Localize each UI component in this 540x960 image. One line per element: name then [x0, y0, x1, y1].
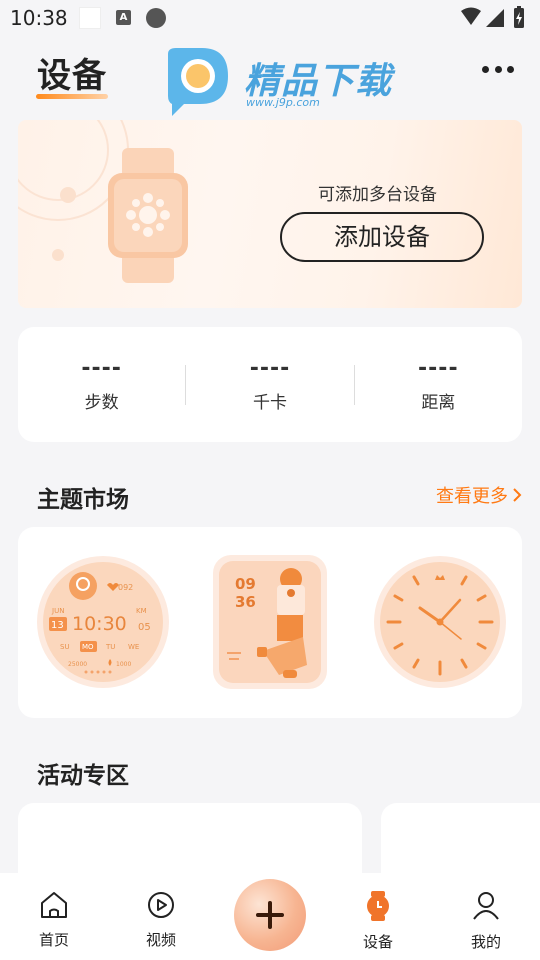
signal-battery-icons: [461, 6, 524, 28]
face-time: 10:30: [72, 613, 127, 635]
svg-text:SU: SU: [60, 643, 70, 651]
stat-steps[interactable]: ---- 步数: [18, 356, 185, 413]
nav-home[interactable]: 首页: [14, 891, 94, 950]
play-circle-icon: [148, 892, 174, 918]
nav-add-button[interactable]: [234, 879, 306, 951]
page-title: 设备: [37, 56, 107, 96]
nav-mine-label: 我的: [470, 933, 501, 951]
heart-value: 092: [118, 583, 133, 592]
watermark-url: www.j9p.com: [246, 96, 320, 109]
banner-caption: 可添加多台设备: [318, 185, 437, 205]
record-icon: [146, 8, 166, 28]
svg-text:JUN: JUN: [51, 607, 64, 615]
watch-icon: [367, 891, 389, 921]
stat-value: ----: [249, 356, 291, 381]
stats-card: ---- 步数 ---- 千卡 ---- 距离: [18, 327, 522, 442]
status-time: 10:38: [10, 6, 68, 30]
add-device-button[interactable]: 添加设备: [280, 212, 484, 262]
svg-text:36: 36: [235, 593, 256, 611]
bottom-nav: 首页 视频 设备 我的: [0, 873, 540, 960]
stat-distance[interactable]: ---- 距离: [355, 356, 522, 413]
nav-video-label: 视频: [145, 931, 176, 949]
watermark-p-icon: [168, 48, 228, 116]
svg-text:05: 05: [138, 622, 151, 633]
plus-icon: [256, 901, 284, 929]
svg-text:1000: 1000: [116, 661, 131, 668]
watch-illustration-icon: [108, 148, 188, 283]
nav-video[interactable]: 视频: [121, 891, 201, 950]
nav-device-label: 设备: [362, 933, 393, 951]
stat-calories[interactable]: ---- 千卡: [186, 356, 353, 413]
chevron-right-icon: [513, 488, 522, 502]
svg-text:25000: 25000: [68, 661, 87, 668]
svg-text:KM: KM: [136, 607, 147, 615]
add-device-banner: 可添加多台设备 添加设备: [18, 120, 522, 308]
theme-face-digital[interactable]: 092 JUN KM 13 10:30 05 SU MO TU WE 25000…: [36, 555, 170, 689]
stat-value: ----: [81, 356, 122, 381]
stat-label: 千卡: [252, 393, 287, 413]
status-bar: 10:38 A: [0, 0, 540, 36]
more-button[interactable]: [482, 56, 514, 82]
theme-face-character[interactable]: 09 36: [213, 555, 327, 689]
notification-icon: [79, 7, 101, 29]
activities-title: 活动专区: [37, 763, 129, 789]
stat-value: ----: [418, 356, 459, 381]
svg-text:WE: WE: [128, 643, 139, 651]
stat-label: 步数: [84, 393, 119, 413]
view-more-label: 查看更多: [436, 486, 508, 507]
watermark-logo: 精品下载 www.j9p.com: [162, 44, 402, 120]
theme-card: 092 JUN KM 13 10:30 05 SU MO TU WE 25000…: [18, 527, 522, 718]
theme-face-analog[interactable]: [373, 555, 507, 689]
view-more-link[interactable]: 查看更多: [436, 482, 522, 508]
svg-text:09: 09: [235, 575, 256, 593]
theme-market-title: 主题市场: [37, 487, 129, 513]
title-underline: [36, 94, 108, 99]
svg-text:TU: TU: [105, 643, 115, 651]
a-icon: A: [116, 10, 131, 25]
nav-home-label: 首页: [38, 931, 69, 949]
stat-label: 距离: [421, 393, 456, 413]
more-dots-icon: [482, 65, 489, 73]
person-icon: [473, 892, 499, 920]
home-icon: [41, 892, 67, 918]
svg-text:13: 13: [51, 620, 64, 631]
nav-device[interactable]: 设备: [338, 891, 418, 952]
svg-text:MO: MO: [82, 643, 94, 651]
nav-mine[interactable]: 我的: [446, 891, 526, 952]
